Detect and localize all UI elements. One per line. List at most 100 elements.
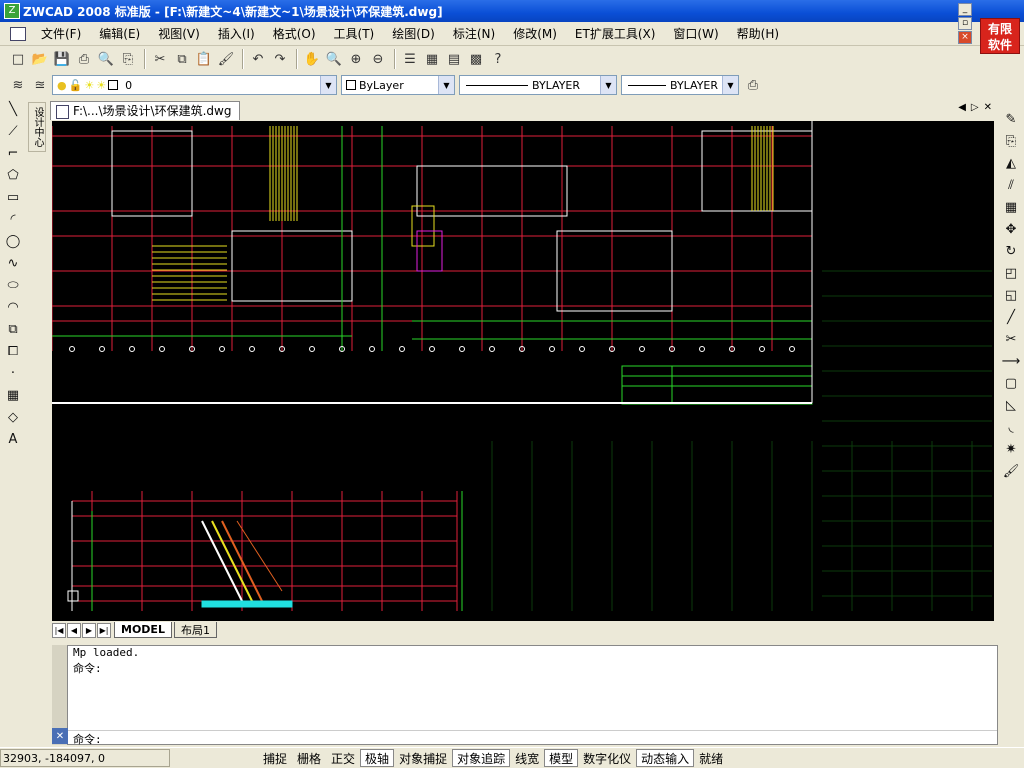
paint-icon[interactable]: 🖌: [1000, 460, 1022, 482]
plot-icon[interactable]: ⎘: [118, 49, 138, 69]
design-center-icon[interactable]: ▦: [422, 49, 442, 69]
point-icon[interactable]: ·: [2, 362, 24, 384]
polyline-icon[interactable]: ⌐: [2, 142, 24, 164]
command-window[interactable]: Mp loaded. 命令: 命令:: [52, 645, 998, 746]
fillet-icon[interactable]: ◟: [1000, 416, 1022, 438]
document-tab[interactable]: F:\...\场景设计\环保建筑.dwg: [50, 100, 241, 120]
status-toggle[interactable]: 对象追踪: [452, 749, 511, 767]
print-icon[interactable]: ⎙: [74, 49, 94, 69]
tab-prev-icon[interactable]: ◀: [958, 102, 966, 113]
matchprop-icon[interactable]: 🖌: [216, 49, 236, 69]
chevron-down-icon[interactable]: ▼: [320, 76, 336, 94]
status-toggle[interactable]: 数字化仪: [578, 749, 636, 767]
menu-item[interactable]: 视图(V): [149, 25, 209, 42]
color-dropdown[interactable]: ByLayer ▼: [341, 75, 455, 95]
next-tab-icon[interactable]: ▶: [82, 622, 96, 638]
tab-layout1[interactable]: 布局1: [173, 622, 217, 638]
drawing-canvas[interactable]: [52, 121, 994, 621]
tab-close-icon[interactable]: ✕: [984, 102, 992, 113]
last-tab-icon[interactable]: ▶|: [97, 622, 111, 638]
extend-icon[interactable]: ⟶: [1000, 350, 1022, 372]
menu-item[interactable]: 标注(N): [444, 25, 504, 42]
scale-icon[interactable]: ◰: [1000, 262, 1022, 284]
tab-model[interactable]: MODEL: [114, 622, 172, 638]
prev-tab-icon[interactable]: ◀: [67, 622, 81, 638]
mirror-icon[interactable]: ◭: [1000, 152, 1022, 174]
chevron-down-icon[interactable]: ▼: [438, 76, 454, 94]
ellipse-arc-icon[interactable]: ◠: [2, 296, 24, 318]
menu-item[interactable]: 窗口(W): [664, 25, 727, 42]
arc-icon[interactable]: ◜: [2, 208, 24, 230]
region-icon[interactable]: ◇: [2, 406, 24, 428]
layer-dropdown[interactable]: ● 🔓 ☀ ☀ 0 ▼: [52, 75, 337, 95]
command-input[interactable]: 命令:: [53, 730, 997, 746]
menu-item[interactable]: 插入(I): [209, 25, 264, 42]
menu-item[interactable]: ET扩展工具(X): [566, 25, 665, 42]
menu-item[interactable]: 格式(O): [264, 25, 325, 42]
text-icon[interactable]: A: [2, 428, 24, 450]
chevron-down-icon[interactable]: ▼: [600, 76, 616, 94]
chamfer-icon[interactable]: ◺: [1000, 394, 1022, 416]
preview-icon[interactable]: 🔍: [96, 49, 116, 69]
plot-style-icon[interactable]: ⎙: [743, 75, 763, 95]
menu-item[interactable]: 工具(T): [325, 25, 384, 42]
trim-icon[interactable]: ✂: [1000, 328, 1022, 350]
help-icon[interactable]: ?: [488, 49, 508, 69]
status-toggle[interactable]: 线宽: [510, 749, 544, 767]
properties-icon[interactable]: ☰: [400, 49, 420, 69]
design-center-label[interactable]: 设计中心: [28, 102, 46, 152]
ellipse-icon[interactable]: ⬭: [2, 274, 24, 296]
hatch-icon[interactable]: ▦: [2, 384, 24, 406]
status-toggle[interactable]: 动态输入: [636, 749, 695, 767]
menu-item[interactable]: 文件(F): [32, 25, 90, 42]
menu-item[interactable]: 帮助(H): [728, 25, 788, 42]
status-toggle[interactable]: 捕捉: [258, 749, 292, 767]
zoom-previous-icon[interactable]: ⊖: [368, 49, 388, 69]
menu-item[interactable]: 修改(M): [504, 25, 566, 42]
make-block-icon[interactable]: ⧠: [2, 340, 24, 362]
close-icon[interactable]: ✕: [52, 728, 68, 744]
circle-icon[interactable]: ◯: [2, 230, 24, 252]
zoom-realtime-icon[interactable]: 🔍: [324, 49, 344, 69]
explode-icon[interactable]: ✷: [1000, 438, 1022, 460]
paste-icon[interactable]: 📋: [194, 49, 214, 69]
open-icon[interactable]: 📂: [30, 49, 50, 69]
lineweight-dropdown[interactable]: BYLAYER ▼: [621, 75, 739, 95]
copy-icon[interactable]: ⧉: [172, 49, 192, 69]
rotate-icon[interactable]: ↻: [1000, 240, 1022, 262]
chevron-down-icon[interactable]: ▼: [722, 76, 738, 94]
calculator-icon[interactable]: ▩: [466, 49, 486, 69]
line-icon[interactable]: ╲: [2, 98, 24, 120]
copy-object-icon[interactable]: ⎘: [1000, 130, 1022, 152]
erase-icon[interactable]: ✎: [1000, 108, 1022, 130]
undo-icon[interactable]: ↶: [248, 49, 268, 69]
save-icon[interactable]: 💾: [52, 49, 72, 69]
status-toggle[interactable]: 极轴: [360, 749, 395, 767]
status-toggle[interactable]: 正交: [326, 749, 360, 767]
lengthen-icon[interactable]: ╱: [1000, 306, 1022, 328]
menu-item[interactable]: 绘图(D): [383, 25, 444, 42]
offset-icon[interactable]: ⫽: [1000, 174, 1022, 196]
pan-icon[interactable]: ✋: [302, 49, 322, 69]
minimize-button[interactable]: _: [958, 3, 972, 16]
move-icon[interactable]: ✥: [1000, 218, 1022, 240]
document-icon[interactable]: [10, 26, 26, 41]
rectangle-icon[interactable]: ▭: [2, 186, 24, 208]
linetype-dropdown[interactable]: BYLAYER ▼: [459, 75, 617, 95]
redo-icon[interactable]: ↷: [270, 49, 290, 69]
zoom-window-icon[interactable]: ⊕: [346, 49, 366, 69]
layer-previous-icon[interactable]: ≊: [30, 75, 50, 95]
spline-icon[interactable]: ∿: [2, 252, 24, 274]
status-toggle[interactable]: 就绪: [694, 749, 728, 767]
new-icon[interactable]: □: [8, 49, 28, 69]
stretch-icon[interactable]: ◱: [1000, 284, 1022, 306]
app-icon[interactable]: Z: [4, 3, 20, 19]
menu-item[interactable]: 编辑(E): [90, 25, 149, 42]
status-toggle[interactable]: 模型: [544, 749, 579, 767]
break-icon[interactable]: ▢: [1000, 372, 1022, 394]
polygon-icon[interactable]: ⬠: [2, 164, 24, 186]
first-tab-icon[interactable]: |◀: [52, 622, 66, 638]
construction-line-icon[interactable]: ⟋: [2, 120, 24, 142]
tab-next-icon[interactable]: ▷: [971, 102, 979, 113]
array-icon[interactable]: ▦: [1000, 196, 1022, 218]
